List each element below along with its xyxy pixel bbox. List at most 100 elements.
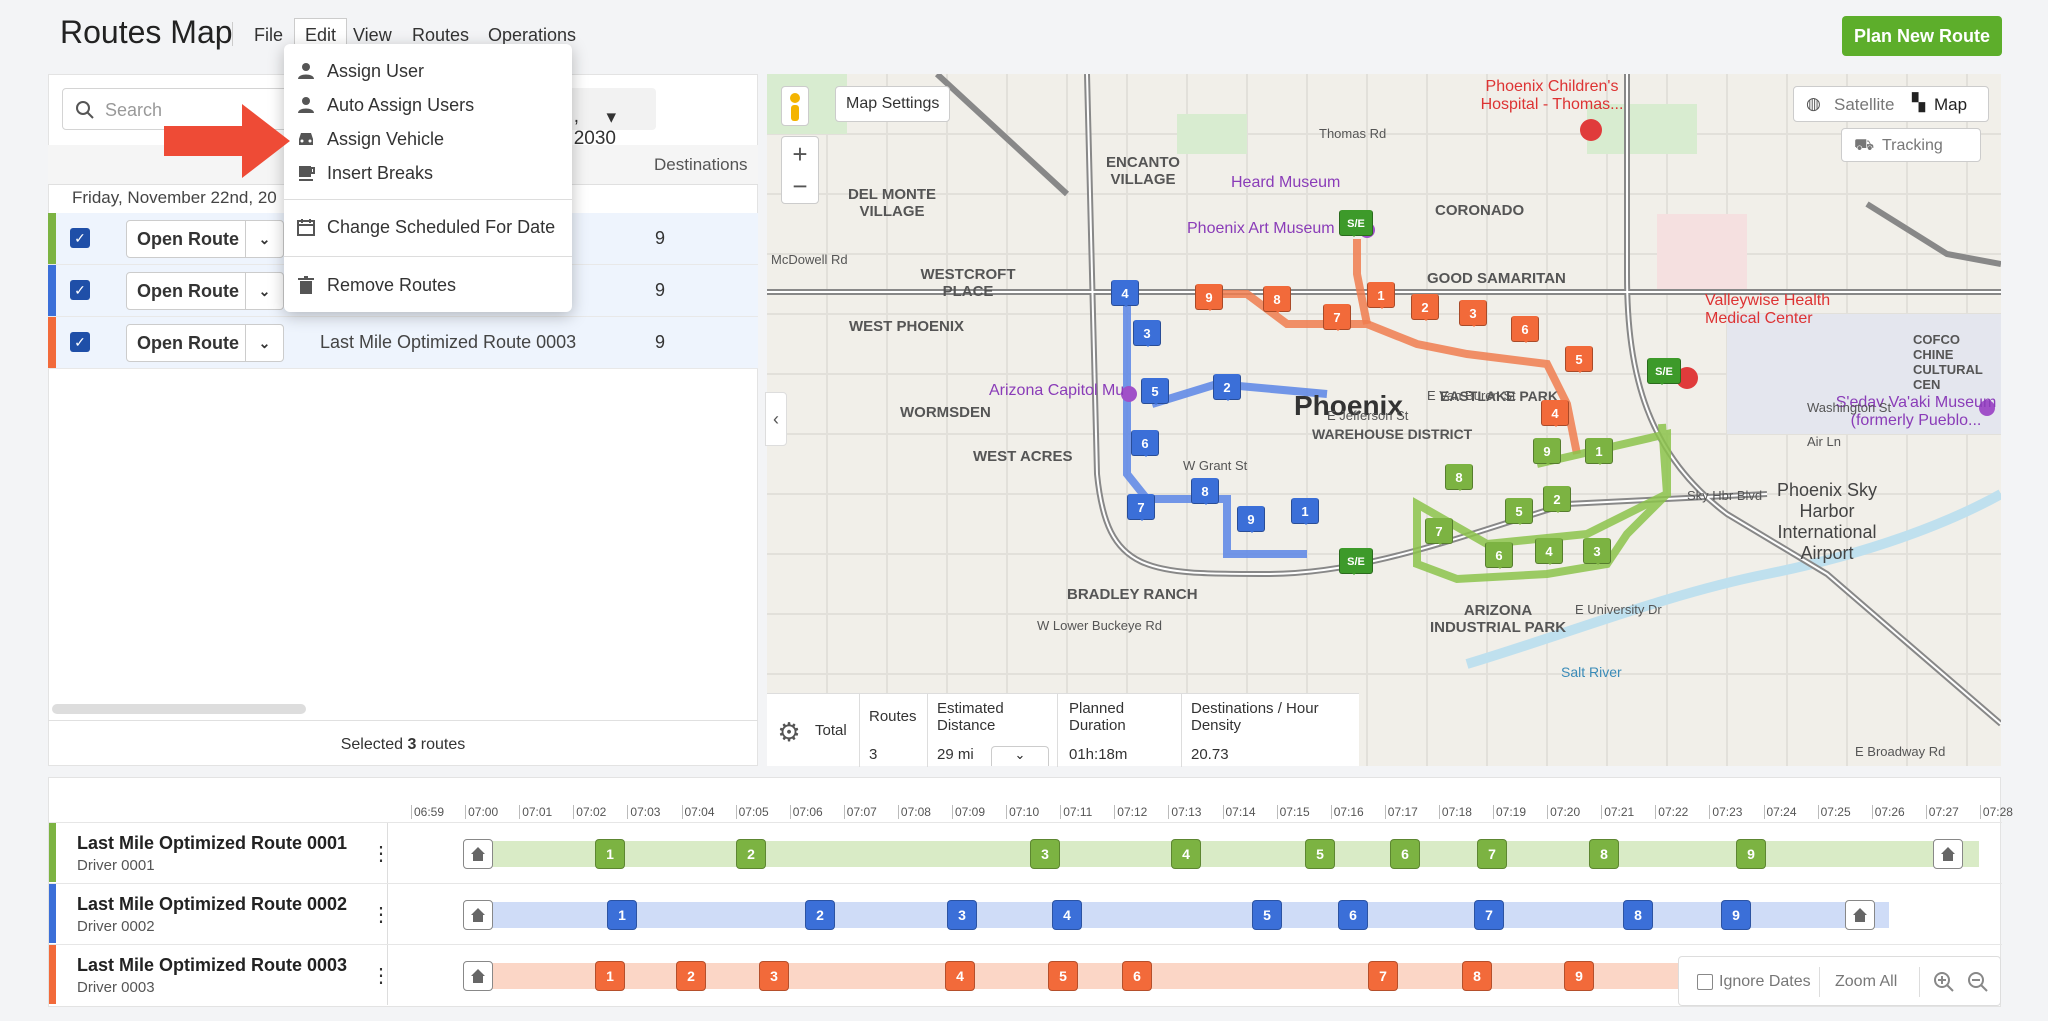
map-stop-orange-2[interactable]: 2 (1411, 294, 1439, 321)
timeline-stop[interactable]: 6 (1338, 900, 1368, 930)
map-start-end-blue[interactable]: S/E (1339, 548, 1373, 575)
map-start-end-orange[interactable]: S/E (1339, 210, 1373, 237)
map-start-end-green[interactable]: S/E (1647, 358, 1681, 385)
timeline-stop[interactable]: 8 (1589, 839, 1619, 869)
open-route-button[interactable]: Open Route ⌄ (126, 220, 284, 258)
timeline-stop[interactable]: 3 (759, 961, 789, 991)
route-row-3[interactable]: ✓ Open Route ⌄ Last Mile Optimized Route … (48, 317, 758, 369)
map-stop-blue-1[interactable]: 1 (1291, 498, 1319, 525)
map-stop-orange-1[interactable]: 1 (1367, 282, 1395, 309)
gear-icon[interactable]: ⚙ (775, 718, 803, 746)
map-stop-green-7[interactable]: 7 (1425, 518, 1453, 545)
map-stop-blue-5[interactable]: 5 (1141, 378, 1169, 405)
map-stop-orange-3[interactable]: 3 (1459, 300, 1487, 327)
map-stop-blue-9[interactable]: 9 (1237, 506, 1265, 533)
open-route-button[interactable]: Open Route ⌄ (126, 324, 284, 362)
route-map[interactable]: Phoenix WAREHOUSE DISTRICT EASTLAKE PARK… (767, 74, 2001, 766)
timeline-stop[interactable]: 2 (676, 961, 706, 991)
more-options-icon[interactable]: ⋮ (371, 963, 391, 988)
map-stop-blue-4[interactable]: 4 (1111, 280, 1139, 307)
more-options-icon[interactable]: ⋮ (371, 841, 391, 866)
more-options-icon[interactable]: ⋮ (371, 902, 391, 927)
menu-item-assign-vehicle[interactable]: Assign Vehicle (284, 122, 572, 156)
map-stop-orange-6[interactable]: 6 (1511, 316, 1539, 343)
timeline-stop[interactable]: 3 (947, 900, 977, 930)
menu-item-auto-assign-users[interactable]: Auto Assign Users (284, 88, 572, 122)
home-icon[interactable] (463, 961, 493, 991)
map-stop-blue-2[interactable]: 2 (1213, 374, 1241, 401)
zoom-in-icon[interactable]: + (782, 137, 818, 171)
zoom-out-icon[interactable]: − (782, 171, 818, 205)
timeline-stop[interactable]: 9 (1736, 839, 1766, 869)
home-icon[interactable] (463, 839, 493, 869)
map-stop-green-6[interactable]: 6 (1485, 542, 1513, 569)
timeline-stop[interactable]: 8 (1462, 961, 1492, 991)
map-settings-button[interactable]: Map Settings (835, 86, 951, 122)
map-stop-blue-7[interactable]: 7 (1127, 494, 1155, 521)
timeline-stop[interactable]: 4 (1171, 839, 1201, 869)
timeline-stop[interactable]: 5 (1048, 961, 1078, 991)
chevron-down-icon[interactable]: ⌄ (245, 273, 283, 309)
map-stop-green-5[interactable]: 5 (1505, 498, 1533, 525)
horizontal-scrollbar[interactable] (52, 704, 306, 714)
route-checkbox[interactable]: ✓ (70, 228, 90, 248)
timeline-stop[interactable]: 4 (945, 961, 975, 991)
timeline-route-name[interactable]: Last Mile Optimized Route 0002 (77, 894, 347, 915)
map-stop-green-9[interactable]: 9 (1533, 438, 1561, 465)
menu-file[interactable]: File (250, 24, 287, 47)
satellite-button[interactable]: Satellite (1834, 95, 1894, 115)
timeline-stop[interactable]: 8 (1623, 900, 1653, 930)
timeline-stop[interactable]: 7 (1368, 961, 1398, 991)
open-route-button[interactable]: Open Route ⌄ (126, 272, 284, 310)
timeline-stop[interactable]: 2 (805, 900, 835, 930)
chevron-down-icon[interactable]: ⌄ (245, 325, 283, 361)
home-icon[interactable] (463, 900, 493, 930)
menu-item-insert-breaks[interactable]: Insert Breaks (284, 156, 572, 190)
timeline-stop[interactable]: 9 (1564, 961, 1594, 991)
timeline-stop[interactable]: 4 (1052, 900, 1082, 930)
street-view-icon[interactable] (781, 86, 809, 126)
plan-new-route-button[interactable]: Plan New Route (1842, 16, 2002, 56)
collapse-panel-chevron-icon[interactable]: ‹ (765, 392, 787, 446)
map-stop-green-3[interactable]: 3 (1583, 538, 1611, 565)
map-stop-green-1[interactable]: 1 (1585, 438, 1613, 465)
map-stop-orange-5[interactable]: 5 (1565, 346, 1593, 373)
menu-item-assign-user[interactable]: Assign User (284, 54, 572, 88)
map-stop-orange-9[interactable]: 9 (1195, 284, 1223, 311)
timeline-stop[interactable]: 6 (1122, 961, 1152, 991)
timeline-route-name[interactable]: Last Mile Optimized Route 0001 (77, 833, 347, 854)
map-stop-orange-8[interactable]: 8 (1263, 286, 1291, 313)
timeline-stop[interactable]: 2 (736, 839, 766, 869)
chevron-down-icon[interactable]: ⌄ (245, 221, 283, 257)
map-stop-blue-3[interactable]: 3 (1133, 320, 1161, 347)
home-icon[interactable] (1933, 839, 1963, 869)
map-stop-orange-7[interactable]: 7 (1323, 304, 1351, 331)
zoom-in-icon[interactable] (1933, 971, 1955, 993)
zoom-out-icon[interactable] (1967, 971, 1989, 993)
timeline-stop[interactable]: 5 (1252, 900, 1282, 930)
map-stop-green-4[interactable]: 4 (1535, 538, 1563, 565)
map-button[interactable]: Map (1934, 95, 1967, 115)
timeline-stop[interactable]: 6 (1390, 839, 1420, 869)
timeline-stop[interactable]: 5 (1305, 839, 1335, 869)
ignore-dates-checkbox[interactable] (1697, 974, 1713, 990)
timeline-stop[interactable]: 9 (1721, 900, 1751, 930)
tracking-toggle[interactable]: ⛟ Tracking (1841, 128, 1981, 162)
map-stop-blue-8[interactable]: 8 (1191, 478, 1219, 505)
map-stop-green-8[interactable]: 8 (1445, 464, 1473, 491)
timeline-route-name[interactable]: Last Mile Optimized Route 0003 (77, 955, 347, 976)
route-checkbox[interactable]: ✓ (70, 280, 90, 300)
map-stop-green-2[interactable]: 2 (1543, 486, 1571, 513)
zoom-all-button[interactable]: Zoom All (1835, 973, 1897, 991)
home-icon[interactable] (1845, 900, 1875, 930)
timeline-stop[interactable]: 1 (595, 839, 625, 869)
map-stop-orange-4[interactable]: 4 (1541, 400, 1569, 427)
expand-summary-chevron-icon[interactable]: ⌄ (991, 746, 1049, 766)
route-checkbox[interactable]: ✓ (70, 332, 90, 352)
menu-item-change-scheduled-date[interactable]: Change Scheduled For Date (284, 210, 572, 244)
timeline-stop[interactable]: 7 (1474, 900, 1504, 930)
menu-item-remove-routes[interactable]: Remove Routes (284, 268, 572, 302)
map-stop-blue-6[interactable]: 6 (1131, 430, 1159, 457)
timeline-stop[interactable]: 1 (595, 961, 625, 991)
timeline-stop[interactable]: 7 (1477, 839, 1507, 869)
